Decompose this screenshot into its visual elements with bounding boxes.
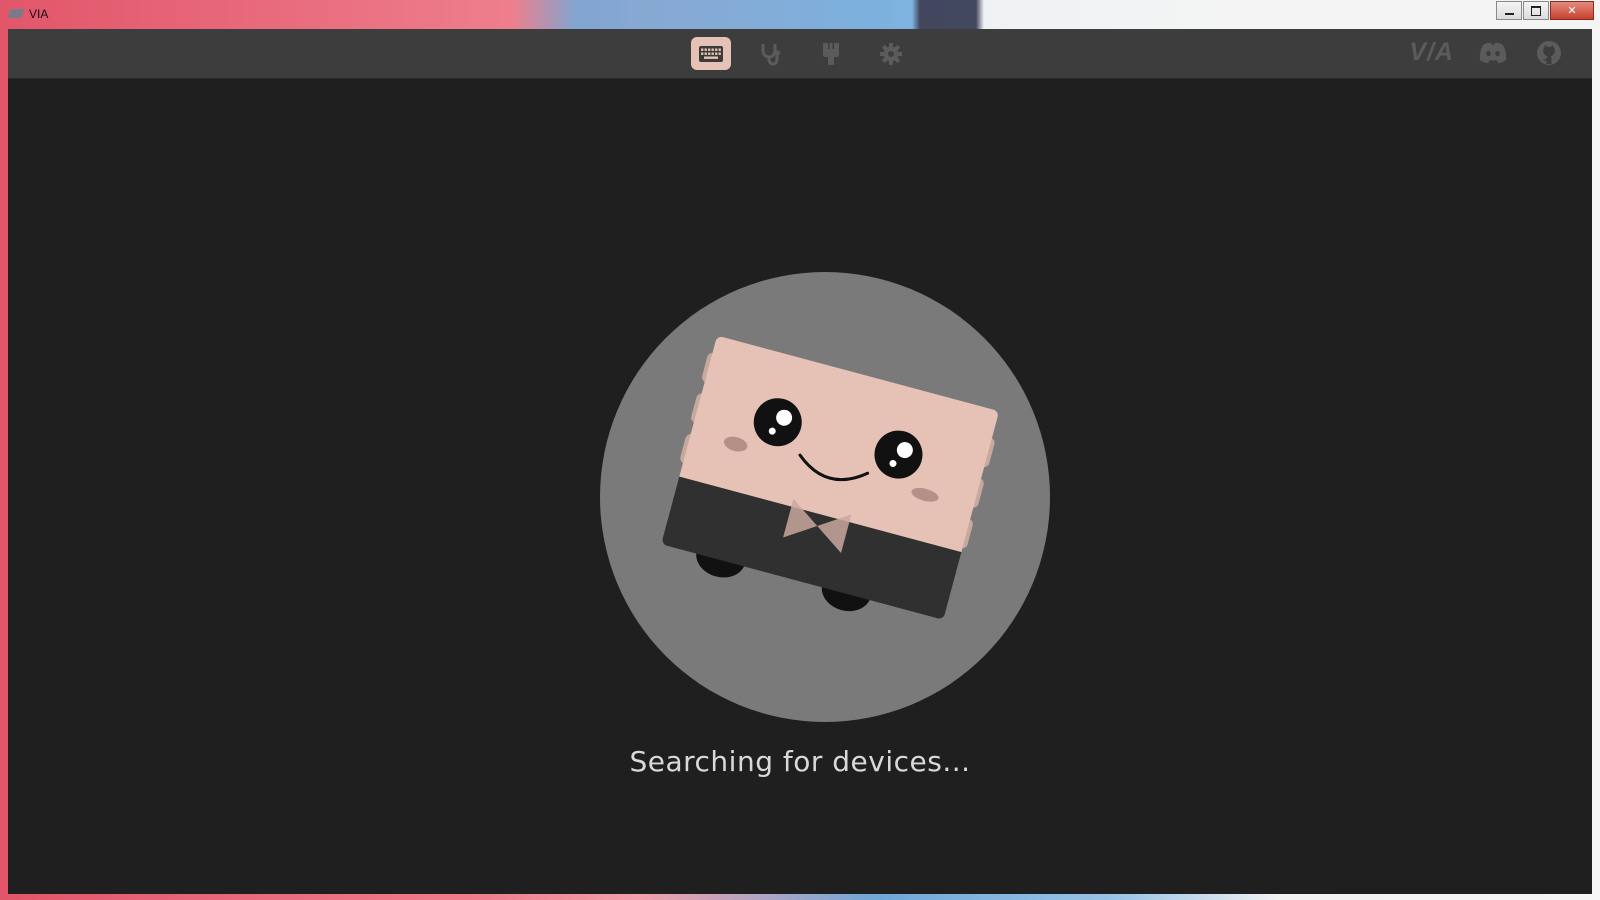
paintbrush-icon	[823, 42, 839, 65]
window-controls: ✕	[1496, 1, 1594, 20]
keyboard-mascot	[600, 272, 1050, 722]
discord-link[interactable]	[1476, 39, 1510, 67]
main-content: Searching for devices...	[8, 79, 1592, 894]
tab-configure[interactable]	[691, 37, 731, 70]
device-search-status: Searching for devices...	[629, 745, 971, 778]
minimize-button[interactable]	[1496, 1, 1522, 20]
top-navigation-bar: V/A	[8, 29, 1592, 79]
close-icon: ✕	[1567, 4, 1577, 17]
window-title: VIA	[29, 7, 49, 21]
via-logo-link[interactable]: V/A	[1409, 38, 1454, 67]
github-link[interactable]	[1532, 39, 1566, 67]
tab-test[interactable]	[751, 37, 791, 70]
keyboard-mascot-illustration	[600, 272, 1050, 722]
stethoscope-icon	[761, 43, 780, 65]
external-links: V/A	[1409, 38, 1566, 67]
tab-design[interactable]	[811, 37, 851, 70]
github-icon	[1537, 41, 1561, 65]
restore-icon	[1531, 5, 1541, 16]
app-window: V/A Searching for devices...	[8, 29, 1592, 894]
os-titlebar: VIA ✕	[0, 0, 1600, 29]
close-button[interactable]: ✕	[1550, 1, 1594, 20]
restore-button[interactable]	[1523, 1, 1549, 20]
keyboard-icon	[699, 45, 723, 62]
discord-icon	[1479, 42, 1507, 63]
gear-icon	[880, 42, 902, 65]
app-icon	[7, 9, 25, 18]
tab-settings[interactable]	[871, 37, 911, 70]
main-nav	[691, 37, 911, 70]
minimize-icon	[1504, 12, 1514, 15]
